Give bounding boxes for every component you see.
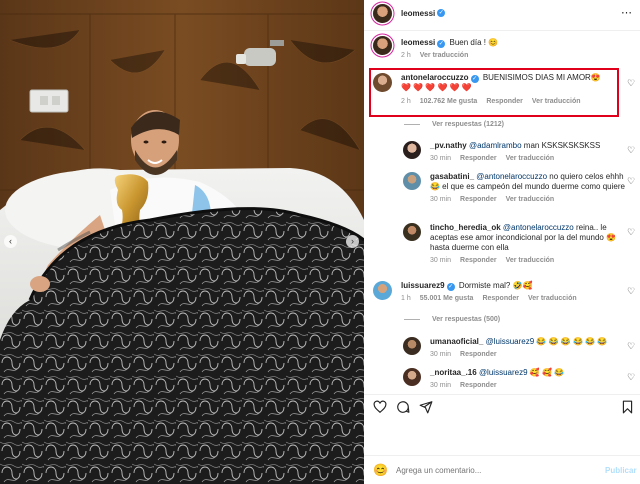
next-photo-button[interactable]: ›: [346, 235, 359, 248]
action-bar: [373, 400, 433, 414]
chevron-right-icon: ›: [351, 236, 354, 246]
view-replies-label: Ver respuestas (500): [432, 316, 501, 323]
translate-link[interactable]: Ver traducción: [506, 196, 555, 203]
comment-bubble-icon[interactable]: [396, 400, 410, 414]
like-comment-icon[interactable]: ♡: [627, 78, 635, 89]
composer-divider: [364, 455, 640, 456]
translate-link[interactable]: Ver traducción: [528, 295, 577, 302]
reply-time[interactable]: 30 min: [430, 351, 451, 358]
reply-mention[interactable]: @antonelaroccuzzo: [476, 172, 547, 181]
translate-link[interactable]: Ver traducción: [506, 155, 555, 162]
verified-badge-icon: ✓: [446, 283, 455, 291]
translate-link[interactable]: Ver traducción: [506, 257, 555, 264]
emoji-picker-icon[interactable]: 😊: [373, 463, 388, 477]
reply-username[interactable]: umanaoficial_: [430, 337, 483, 346]
reply-username[interactable]: _pv.nathy: [430, 141, 467, 150]
reply-avatar[interactable]: [403, 337, 421, 355]
paper-plane-icon[interactable]: [419, 400, 433, 414]
like-reply-icon[interactable]: ♡: [627, 145, 635, 156]
reply-avatar[interactable]: [403, 172, 421, 190]
reply-button[interactable]: Responder: [460, 155, 497, 162]
caption-translate-link[interactable]: Ver traducción: [420, 52, 469, 59]
like-reply-icon[interactable]: ♡: [627, 372, 635, 383]
reply-time[interactable]: 30 min: [430, 196, 451, 203]
reply-button[interactable]: Responder: [460, 257, 497, 264]
post-header: leomessi ✓: [373, 2, 447, 24]
reply: umanaoficial_ @luissuarez9 😂 😂 😂 😂 😂 😂 3…: [403, 337, 630, 358]
caption-text: Buen día ! 😊: [449, 38, 499, 47]
verified-badge-icon: ✓: [437, 40, 446, 48]
commenter-username[interactable]: antonelaroccuzzo: [401, 73, 469, 82]
reply: _noritaa_.16 @luissuarez9 🥰 🥰 😂 30 min Re…: [403, 368, 630, 389]
reply-mention[interactable]: @adamlrambo: [469, 141, 522, 150]
reply-avatar[interactable]: [403, 223, 421, 241]
more-options-icon[interactable]: ⋯: [621, 6, 632, 19]
reply-text: 🥰 🥰 😂: [527, 368, 565, 377]
caption-username[interactable]: leomessi: [401, 38, 435, 47]
comment-likes[interactable]: 102.762 Me gusta: [420, 98, 478, 105]
like-reply-icon[interactable]: ♡: [627, 176, 635, 187]
comment-text: Dormiste mal? 🤣🥰: [458, 281, 533, 290]
caption-time[interactable]: 2 h: [401, 52, 411, 59]
replies-line: [404, 319, 420, 320]
actions-divider: [364, 394, 640, 395]
reply-text: 😂 😂 😂 😂 😂 😂: [534, 337, 608, 346]
like-reply-icon[interactable]: ♡: [627, 341, 635, 352]
header-divider: [364, 30, 640, 31]
reply-time[interactable]: 30 min: [430, 382, 451, 389]
like-reply-icon[interactable]: ♡: [627, 227, 635, 238]
reply-mention[interactable]: @antonelaroccuzzo: [503, 223, 574, 232]
post-caption: leomessi ✓ Buen día ! 😊 2 h Ver traducción: [373, 36, 498, 59]
reply-avatar[interactable]: [403, 141, 421, 159]
post-details-panel: leomessi ✓ ⋯ leomessi ✓ Buen día ! 😊 2 hV…: [364, 0, 640, 484]
comment-time[interactable]: 1 h: [401, 295, 411, 302]
caption-avatar[interactable]: [373, 36, 392, 55]
reply-username[interactable]: gasabatini_: [430, 172, 474, 181]
commenter-username[interactable]: luissuarez9: [401, 281, 445, 290]
previous-photo-button[interactable]: ‹: [4, 235, 17, 248]
comment-time[interactable]: 2 h: [401, 98, 411, 105]
reply-button[interactable]: Responder: [482, 295, 519, 302]
reply-username[interactable]: _noritaa_.16: [430, 368, 477, 377]
reply-button[interactable]: Responder: [460, 196, 497, 203]
chevron-left-icon: ‹: [9, 236, 12, 246]
translate-link[interactable]: Ver traducción: [532, 98, 581, 105]
commenter-avatar[interactable]: [373, 73, 392, 92]
photo-artwork: [0, 0, 364, 484]
comment-likes[interactable]: 55.001 Me gusta: [420, 295, 474, 302]
view-replies-label: Ver respuestas (1212): [432, 121, 504, 128]
bookmark-icon[interactable]: [621, 400, 634, 414]
commenter-avatar[interactable]: [373, 281, 392, 300]
comment-input[interactable]: [396, 463, 596, 477]
heart-outline-icon[interactable]: [373, 400, 387, 414]
comment: antonelaroccuzzo ✓ BUENISIMOS DIAS MI AMO…: [373, 73, 611, 105]
like-comment-icon[interactable]: ♡: [627, 286, 635, 297]
verified-badge-icon: ✓: [470, 75, 479, 83]
reply-mention[interactable]: @luissuarez9: [486, 337, 535, 346]
reply: tincho_heredia_ok @antonelaroccuzzo rein…: [403, 223, 630, 264]
reply-mention[interactable]: @luissuarez9: [479, 368, 528, 377]
reply-username[interactable]: tincho_heredia_ok: [430, 223, 501, 232]
comment: luissuarez9 ✓ Dormiste mal? 🤣🥰 1 h 55.001 …: [373, 281, 611, 302]
reply-time[interactable]: 30 min: [430, 257, 451, 264]
publish-button[interactable]: Publicar: [605, 466, 637, 475]
reply: gasabatini_ @antonelaroccuzzo no quiero …: [403, 172, 630, 203]
verified-badge-icon: ✓: [437, 9, 446, 17]
reply-time[interactable]: 30 min: [430, 155, 451, 162]
reply-button[interactable]: Responder: [460, 351, 497, 358]
reply: _pv.nathy @adamlrambo man KSKSKSKSKSS 30…: [403, 141, 625, 162]
reply-text: man KSKSKSKSKSS: [521, 141, 601, 150]
author-username[interactable]: leomessi: [401, 9, 435, 18]
post-photo: ‹ ›: [0, 0, 364, 484]
author-avatar[interactable]: [373, 3, 392, 23]
reply-button[interactable]: Responder: [486, 98, 523, 105]
view-replies-button[interactable]: Ver respuestas (1212): [404, 121, 504, 128]
reply-button[interactable]: Responder: [460, 382, 497, 389]
replies-line: [404, 124, 420, 125]
reply-avatar[interactable]: [403, 368, 421, 386]
view-replies-button[interactable]: Ver respuestas (500): [404, 316, 500, 323]
